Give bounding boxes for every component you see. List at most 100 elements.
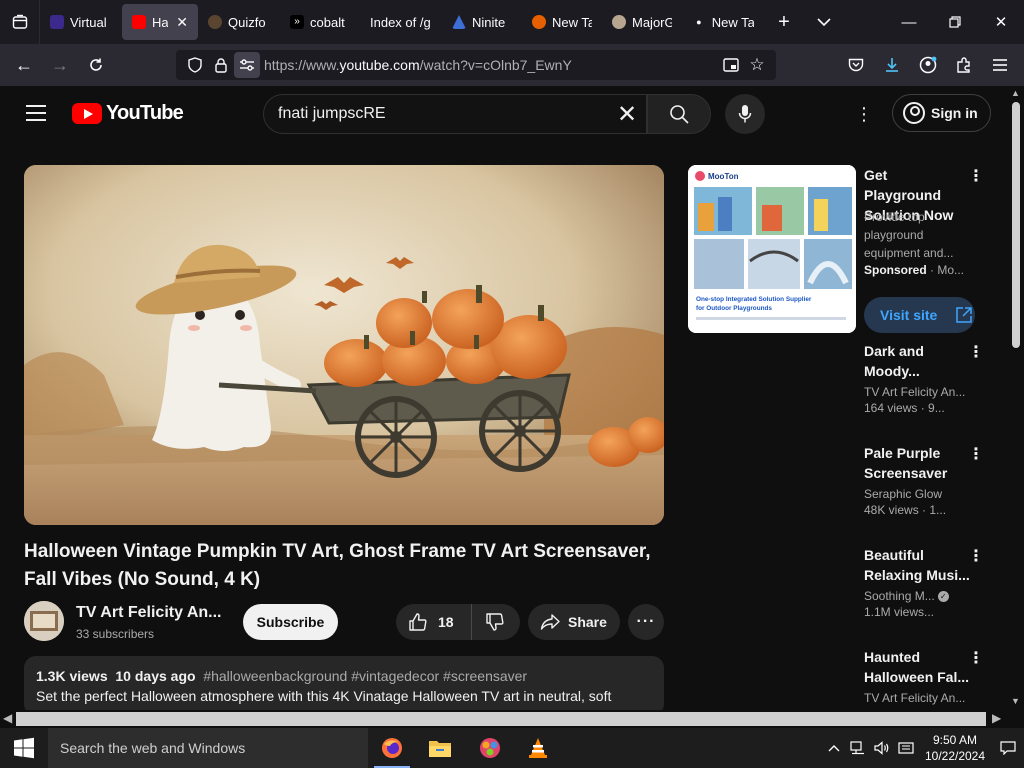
volume-icon[interactable] xyxy=(870,728,894,768)
taskbar-app-colorful[interactable] xyxy=(468,732,512,764)
ad-menu-kebab-icon[interactable]: ⋮ xyxy=(968,167,984,187)
share-label: Share xyxy=(568,614,607,630)
browser-navigation-bar: ← → https://www.youtube.com/watch?v=cOln… xyxy=(0,44,1024,86)
scroll-down-icon[interactable]: ▼ xyxy=(1011,696,1020,706)
tab-list-button[interactable] xyxy=(804,4,844,40)
ad-thumbnail[interactable]: MooTon One-stop Integrated Solution Supp… xyxy=(688,165,856,333)
voice-search-button[interactable] xyxy=(725,94,765,134)
bookmark-star-icon[interactable]: ☆ xyxy=(744,52,770,78)
close-window-button[interactable]: ✕ xyxy=(978,0,1024,44)
forward-button[interactable]: → xyxy=(42,47,78,83)
reload-button[interactable] xyxy=(78,47,114,83)
sign-in-button[interactable]: Sign in xyxy=(892,94,991,132)
taskbar-file-explorer[interactable] xyxy=(418,732,462,764)
channel-name[interactable]: TV Art Felicity An... xyxy=(76,604,226,622)
tab-label: New Ta xyxy=(552,14,592,30)
clear-search-icon[interactable]: ✕ xyxy=(614,101,640,128)
keyboard-input-icon[interactable] xyxy=(894,728,918,768)
tab-cobalt[interactable]: » cobalt xyxy=(280,4,360,40)
youtube-logo[interactable]: YouTube xyxy=(72,102,184,125)
vertical-scroll-thumb[interactable] xyxy=(1012,102,1020,348)
tab-label: New Ta xyxy=(711,14,754,30)
vertical-scrollbar[interactable]: ▲ ▼ xyxy=(1008,86,1024,710)
action-center-button[interactable] xyxy=(992,728,1024,768)
recommended-video[interactable]: Beautiful Relaxing Musi... Soothing M...… xyxy=(864,545,970,619)
lock-icon[interactable] xyxy=(208,52,234,78)
taskbar-firefox[interactable] xyxy=(370,732,414,768)
video-menu-kebab-icon[interactable]: ⋮ xyxy=(968,445,984,465)
search-button[interactable] xyxy=(647,94,711,134)
tab-label: Quizfo xyxy=(228,14,266,30)
description-box[interactable]: 1.3K views 10 days ago #halloweenbackgro… xyxy=(24,656,664,716)
hamburger-menu-icon xyxy=(993,59,1007,71)
svg-text:One-stop Integrated Solution S: One-stop Integrated Solution Supplier xyxy=(696,296,812,303)
recommended-channel: Seraphic Glow xyxy=(864,487,943,501)
horizontal-scrollbar[interactable]: ◀ ▶ xyxy=(0,710,1008,728)
tracking-protection-shield-icon[interactable] xyxy=(182,52,208,78)
network-icon[interactable] xyxy=(846,728,870,768)
recommended-video[interactable]: Pale Purple Screensaver Seraphic Glow 48… xyxy=(864,443,970,517)
recommended-channel: TV Art Felicity An... xyxy=(864,691,966,705)
start-button[interactable] xyxy=(0,728,48,768)
quizfo-favicon-icon xyxy=(208,15,222,29)
restore-button[interactable] xyxy=(932,0,978,44)
account-button[interactable] xyxy=(910,47,946,83)
list-all-tabs-button[interactable] xyxy=(0,0,40,44)
scroll-up-icon[interactable]: ▲ xyxy=(1011,88,1020,98)
tab-label: Hall xyxy=(152,14,169,30)
tab-majorg[interactable]: MajorG xyxy=(602,4,682,40)
visit-site-button[interactable]: Visit site xyxy=(864,297,975,333)
guide-menu-button[interactable] xyxy=(22,100,50,128)
recommended-video[interactable]: Haunted Halloween Fal... TV Art Felicity… xyxy=(864,647,970,705)
tab-new-tab-2[interactable]: ● New Ta xyxy=(682,4,764,40)
tab-ninite[interactable]: Ninite xyxy=(442,4,522,40)
ad-advertiser: · Mo... xyxy=(926,263,964,277)
like-count: 18 xyxy=(438,614,454,630)
recommended-video[interactable]: Dark and Moody... TV Art Felicity An... … xyxy=(864,341,970,415)
settings-kebab-icon[interactable]: ⋮ xyxy=(852,100,876,128)
tab-virtual[interactable]: Virtual xyxy=(40,4,122,40)
subscribe-button[interactable]: Subscribe xyxy=(243,604,338,640)
extensions-button[interactable] xyxy=(946,47,982,83)
reader-view-icon[interactable] xyxy=(718,52,744,78)
video-menu-kebab-icon[interactable]: ⋮ xyxy=(968,547,984,567)
address-bar[interactable]: https://www.youtube.com/watch?v=cOlnb7_E… xyxy=(176,50,776,80)
minimize-button[interactable]: — xyxy=(886,0,932,44)
channel-avatar[interactable] xyxy=(24,601,64,641)
taskbar-clock[interactable]: 9:50 AM 10/22/2024 xyxy=(918,732,992,764)
taskbar-vlc[interactable] xyxy=(516,732,560,764)
tab-index-of[interactable]: Index of /g xyxy=(360,4,442,40)
sponsored-label: Sponsored xyxy=(864,263,927,277)
taskbar-search-box[interactable]: Search the web and Windows xyxy=(48,728,368,768)
app-menu-button[interactable] xyxy=(982,47,1018,83)
show-hidden-icons-chevron-up-icon[interactable] xyxy=(822,728,846,768)
new-tab-button[interactable]: + xyxy=(764,4,804,40)
share-button[interactable]: Share xyxy=(528,604,620,640)
like-button[interactable]: 18 xyxy=(396,604,472,640)
close-tab-icon[interactable]: ✕ xyxy=(176,14,188,31)
recommended-title: Pale Purple Screensaver xyxy=(864,445,948,481)
tab-halloween-video[interactable]: Hall ✕ xyxy=(122,4,198,40)
scroll-right-icon[interactable]: ▶ xyxy=(992,711,1001,725)
scroll-left-icon[interactable]: ◀ xyxy=(3,711,12,725)
url-path: /watch?v=cOlnb7_EwnY xyxy=(419,57,572,73)
search-icon xyxy=(670,105,689,124)
more-actions-button[interactable]: ··· xyxy=(628,604,664,640)
search-input[interactable]: fnati jumpscRE ✕ xyxy=(263,94,647,134)
downloads-button[interactable] xyxy=(874,47,910,83)
cobalt-favicon-icon: » xyxy=(290,15,304,29)
dislike-button[interactable] xyxy=(472,604,518,640)
tab-quizfo[interactable]: Quizfo xyxy=(198,4,280,40)
video-menu-kebab-icon[interactable]: ⋮ xyxy=(968,649,984,669)
tab-new-tab-1[interactable]: New Ta xyxy=(522,4,602,40)
horizontal-scroll-thumb[interactable] xyxy=(16,712,986,726)
back-button[interactable]: ← xyxy=(6,47,42,83)
hashtags[interactable]: #halloweenbackground #vintagedecor #scre… xyxy=(203,668,527,684)
video-menu-kebab-icon[interactable]: ⋮ xyxy=(968,343,984,363)
url-text: https://www.youtube.com/watch?v=cOlnb7_E… xyxy=(264,57,572,73)
permissions-icon[interactable] xyxy=(234,52,260,78)
pocket-button[interactable] xyxy=(838,47,874,83)
ad-sponsored-line: Sponsored · Mo... xyxy=(864,263,964,277)
chevron-down-icon xyxy=(817,18,831,27)
video-player[interactable] xyxy=(24,165,664,525)
